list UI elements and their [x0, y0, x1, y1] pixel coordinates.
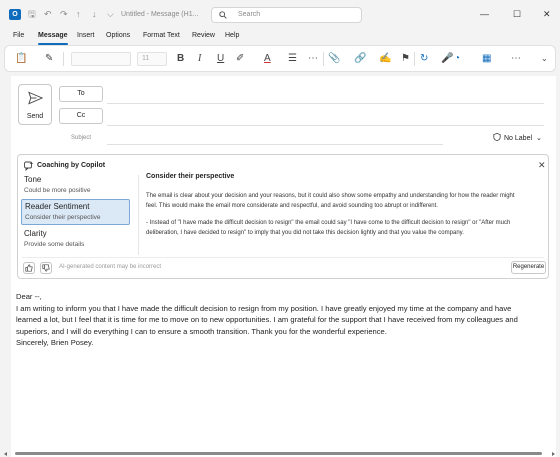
ribbon-toolbar: 📋 ✎ 11 B I U ✐ A ☰ ⋯ 📎 🔗 ✍ ⚑ ↻ 🎤 ◔ ▦ ⋯ ⌄: [4, 45, 556, 72]
bold-button[interactable]: B: [177, 52, 184, 66]
coaching-detail-text: deliberation, I have decided to resign" …: [146, 229, 464, 236]
font-color-icon[interactable]: A: [264, 52, 271, 66]
coaching-detail-title: Consider their perspective: [146, 173, 235, 180]
arrow-down-icon[interactable]: ↓: [92, 9, 97, 19]
format-painter-icon[interactable]: ✎: [45, 52, 53, 66]
coaching-item-subtitle: Provide some details: [24, 241, 85, 248]
underline-button[interactable]: U: [217, 52, 224, 66]
arrow-up-icon[interactable]: ↑: [76, 9, 81, 19]
ribbon-separator: [63, 52, 64, 66]
paste-icon[interactable]: 📋: [15, 52, 27, 66]
cc-button[interactable]: Cc: [59, 108, 103, 124]
list-icon[interactable]: ☰: [288, 52, 297, 66]
coaching-item-title: Reader Sentiment: [25, 202, 90, 211]
menu-help[interactable]: Help: [225, 32, 239, 39]
coaching-item-tone[interactable]: Tone Could be more positive: [21, 173, 130, 199]
ribbon-separator: [414, 52, 415, 66]
to-button[interactable]: To: [59, 86, 103, 102]
thumbs-down-button[interactable]: [40, 262, 52, 274]
search-icon: [219, 11, 227, 19]
email-body-line: learned a lot, but I feel that it is tim…: [16, 315, 518, 324]
ribbon-more-icon[interactable]: ⋯: [511, 52, 521, 66]
menu-bar: File Message Insert Options Format Text …: [0, 30, 560, 45]
ribbon-collapse-icon[interactable]: ⌄: [541, 52, 548, 66]
ribbon-separator: [323, 52, 324, 66]
more-formatting-icon[interactable]: ⋯: [308, 52, 318, 66]
menu-options[interactable]: Options: [106, 32, 130, 39]
copilot-header: Coaching by Copilot: [37, 162, 106, 169]
minimize-button[interactable]: —: [480, 9, 489, 19]
scroll-left-icon[interactable]: [4, 452, 7, 456]
cc-field[interactable]: [107, 125, 544, 126]
thumbs-up-icon: [25, 264, 33, 272]
to-field[interactable]: [107, 103, 544, 104]
font-family-dropdown[interactable]: [71, 52, 131, 66]
thumbs-down-icon: [42, 264, 50, 272]
coaching-item-reader-sentiment[interactable]: Reader Sentiment Consider their perspect…: [21, 199, 130, 225]
send-label: Send: [26, 113, 44, 120]
dictate-icon[interactable]: 🎤: [441, 52, 453, 66]
scrollbar-thumb[interactable]: [15, 452, 542, 455]
panel-divider: [138, 175, 139, 255]
shield-icon: [493, 133, 501, 141]
highlight-icon[interactable]: ✐: [236, 52, 244, 66]
apps-icon[interactable]: ▦: [482, 52, 491, 66]
close-button[interactable]: ✕: [543, 9, 551, 19]
subject-label: Subject: [71, 135, 92, 141]
compose-area: Send To Cc Subject No Label ⌄ Coaching b…: [11, 76, 556, 457]
undo-icon[interactable]: ↶: [44, 9, 52, 19]
coaching-detail-text: - Instead of "I have made the difficult …: [146, 220, 511, 226]
coaching-item-title: Tone: [24, 175, 42, 184]
sensitivity-label-dropdown[interactable]: No Label ⌄: [493, 133, 542, 142]
copilot-coaching-panel: Coaching by Copilot ✕ Tone Could be more…: [17, 154, 549, 279]
attach-file-icon[interactable]: 📎: [328, 52, 340, 66]
coaching-item-clarity[interactable]: Clarity Provide some details: [21, 227, 130, 253]
redo-icon[interactable]: ↷: [60, 9, 68, 19]
flag-icon[interactable]: ⚑: [401, 52, 410, 66]
email-body-line: I am writing to inform you that I have m…: [16, 303, 512, 313]
scroll-right-icon[interactable]: [552, 452, 555, 456]
close-icon[interactable]: ✕: [538, 160, 546, 170]
outlook-app-icon: O: [9, 9, 21, 20]
save-icon[interactable]: 🖫: [28, 9, 36, 19]
link-icon[interactable]: 🔗: [354, 52, 366, 66]
copilot-coach-icon: [24, 161, 34, 171]
thumbs-up-button[interactable]: [23, 262, 35, 274]
customize-toolbar-icon[interactable]: ⌵: [107, 9, 114, 19]
menu-file[interactable]: File: [13, 32, 24, 39]
search-box[interactable]: Search: [211, 7, 362, 23]
italic-button[interactable]: I: [198, 52, 201, 66]
subject-field[interactable]: [107, 144, 443, 145]
send-button[interactable]: Send: [18, 84, 52, 125]
sensitivity-label-text: No Label: [504, 135, 533, 142]
search-placeholder: Search: [238, 11, 261, 18]
coaching-item-subtitle: Consider their perspective: [25, 214, 101, 221]
menu-message[interactable]: Message: [38, 32, 68, 39]
ai-disclaimer: AI-generated content may be incorrect: [59, 264, 162, 270]
maximize-button[interactable]: ☐: [513, 9, 521, 19]
menu-review[interactable]: Review: [192, 32, 215, 39]
window-title: Untitled - Message (H1...: [121, 11, 199, 18]
copilot-icon[interactable]: ◔: [454, 52, 460, 66]
email-body-line: Dear --,: [16, 292, 42, 301]
regenerate-button[interactable]: Regenerate: [511, 261, 546, 274]
panel-footer-divider: [22, 257, 544, 258]
coaching-item-title: Clarity: [24, 229, 47, 238]
menu-format-text[interactable]: Format Text: [143, 32, 180, 39]
send-icon: [28, 91, 43, 105]
loop-icon[interactable]: ↻: [420, 52, 428, 66]
coaching-detail-text: The email is clear about your decision a…: [146, 193, 515, 199]
title-bar: O 🖫 ↶ ↷ ↑ ↓ ⌵ Untitled - Message (H1... …: [0, 0, 560, 28]
email-body-line: Sincerely, Brien Posey.: [16, 338, 94, 347]
coaching-detail-text: feel. This would make the email more con…: [146, 202, 438, 209]
chevron-down-icon: ⌄: [535, 135, 542, 142]
signature-icon[interactable]: ✍: [379, 52, 391, 66]
menu-insert[interactable]: Insert: [77, 32, 95, 39]
font-size-dropdown[interactable]: 11: [137, 52, 167, 66]
coaching-item-subtitle: Could be more positive: [24, 187, 91, 194]
email-body-line: superiors, and I will do everything I ca…: [16, 326, 387, 336]
